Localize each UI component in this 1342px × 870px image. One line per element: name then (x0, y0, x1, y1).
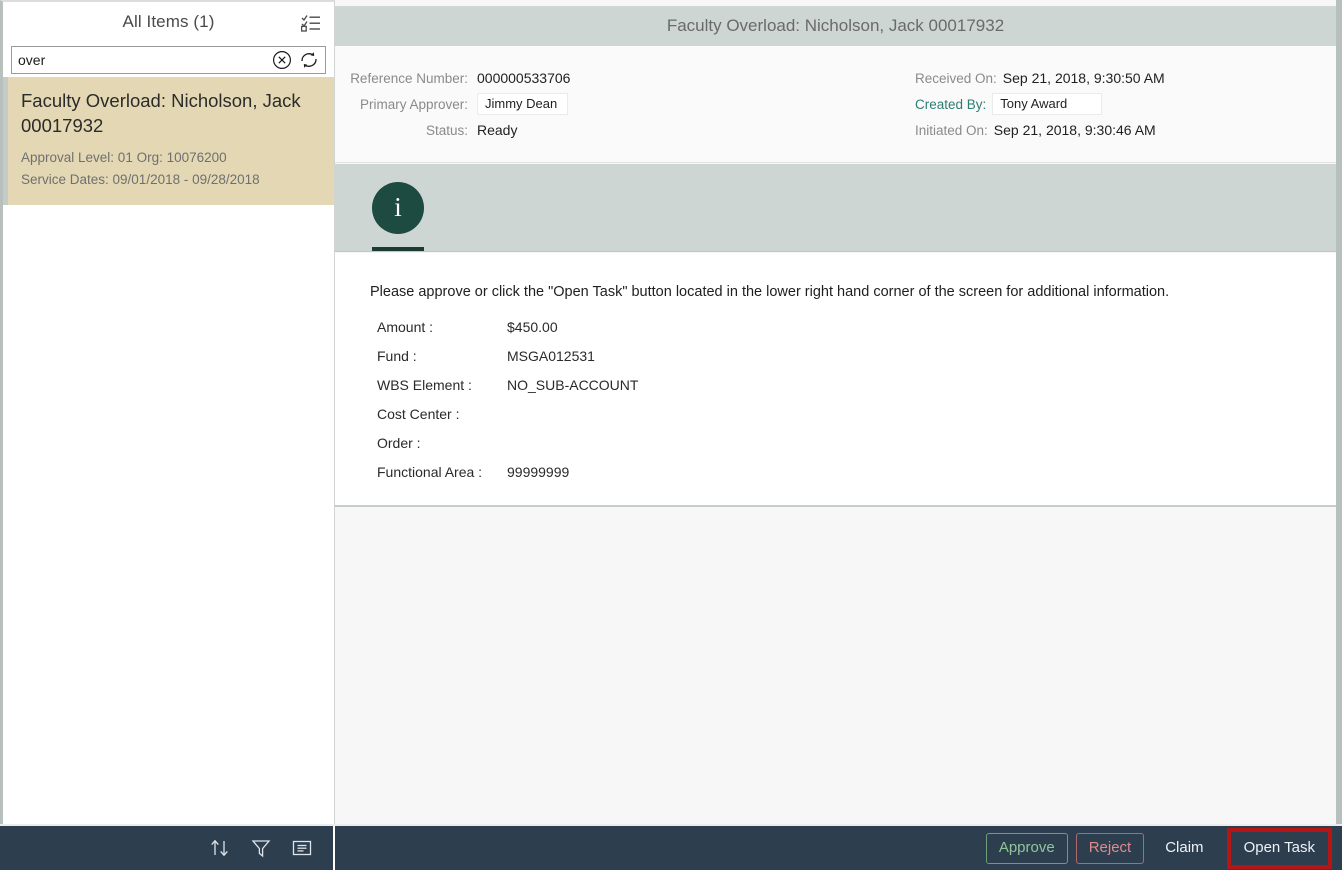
master-header: All Items (1) (3, 2, 334, 42)
vertical-scroll-gutter[interactable] (1336, 0, 1342, 826)
detail-meta-area: Reference Number: 000000533706 Primary A… (335, 46, 1336, 163)
field-row-wbs-element: WBS Element : NO_SUB-ACCOUNT (377, 377, 638, 406)
fund-label: Fund : (377, 348, 507, 364)
field-row-cost-center: Cost Center : (377, 406, 638, 435)
search-bar[interactable] (11, 46, 326, 74)
master-list-panel: All Items (1) (0, 0, 335, 826)
group-icon[interactable] (291, 837, 313, 859)
wbs-element-value: NO_SUB-ACCOUNT (507, 377, 638, 393)
footer-left-actions (0, 826, 335, 870)
open-task-highlight-box: Open Task (1227, 828, 1332, 869)
primary-approver-value[interactable]: Jimmy Dean (477, 93, 568, 115)
refresh-icon[interactable] (298, 49, 320, 71)
sort-icon[interactable] (209, 837, 231, 859)
tab-info[interactable]: i (366, 164, 430, 252)
footer-toolbar: Approve Reject Claim Open Task (0, 826, 1342, 870)
meta-row-status: Status: Ready (335, 117, 875, 143)
field-row-fund: Fund : MSGA012531 (377, 348, 638, 377)
field-table: Amount : $450.00 Fund : MSGA012531 WBS E… (377, 319, 638, 493)
received-on-label: Received On: (915, 71, 997, 86)
detail-content-card: Please approve or click the "Open Task" … (335, 253, 1336, 507)
detail-panel: Faculty Overload: Nicholson, Jack 000179… (335, 0, 1342, 826)
wbs-element-label: WBS Element : (377, 377, 507, 393)
master-list-title: All Items (1) (123, 12, 215, 32)
functional-area-label: Functional Area : (377, 464, 507, 480)
approve-button[interactable]: Approve (986, 833, 1068, 864)
detail-title: Faculty Overload: Nicholson, Jack 000179… (667, 16, 1004, 36)
primary-approver-label: Primary Approver: (335, 97, 468, 112)
reject-button[interactable]: Reject (1076, 833, 1145, 864)
info-icon: i (372, 182, 424, 234)
created-by-value[interactable]: Tony Award (992, 93, 1102, 115)
detail-title-bar: Faculty Overload: Nicholson, Jack 000179… (335, 6, 1336, 46)
application-window: All Items (1) (0, 0, 1342, 870)
list-item[interactable]: Faculty Overload: Nicholson, Jack 000179… (3, 77, 334, 205)
list-item-title: Faculty Overload: Nicholson, Jack 000179… (21, 88, 320, 138)
meta-column-right: Received On: Sep 21, 2018, 9:30:50 AM Cr… (915, 65, 1165, 143)
search-input[interactable] (12, 52, 271, 68)
status-label: Status: (335, 123, 468, 138)
field-row-functional-area: Functional Area : 99999999 (377, 464, 638, 493)
list-item-service-dates: Service Dates: 09/01/2018 - 09/28/2018 (21, 169, 320, 191)
created-by-label[interactable]: Created By: (915, 97, 986, 112)
amount-label: Amount : (377, 319, 507, 335)
status-value: Ready (477, 122, 517, 138)
functional-area-value: 99999999 (507, 464, 569, 480)
meta-row-reference-number: Reference Number: 000000533706 (335, 65, 875, 91)
item-list: Faculty Overload: Nicholson, Jack 000179… (3, 77, 334, 205)
detail-empty-area (335, 509, 1336, 826)
reference-number-label: Reference Number: (335, 71, 468, 86)
reference-number-value: 000000533706 (477, 70, 570, 86)
list-item-approval-level: Approval Level: 01 Org: 10076200 (21, 147, 320, 169)
meta-row-created-by: Created By: Tony Award (915, 91, 1165, 117)
amount-value: $450.00 (507, 319, 558, 335)
footer-right-actions: Approve Reject Claim Open Task (335, 826, 1342, 870)
initiated-on-value: Sep 21, 2018, 9:30:46 AM (994, 122, 1156, 138)
claim-button[interactable]: Claim (1152, 833, 1216, 864)
meta-row-received-on: Received On: Sep 21, 2018, 9:30:50 AM (915, 65, 1165, 91)
initiated-on-label: Initiated On: (915, 123, 988, 138)
tab-selected-indicator (372, 247, 424, 251)
filter-icon[interactable] (250, 837, 272, 859)
open-task-button[interactable]: Open Task (1231, 832, 1328, 865)
field-row-order: Order : (377, 435, 638, 464)
order-label: Order : (377, 435, 507, 451)
field-row-amount: Amount : $450.00 (377, 319, 638, 348)
meta-column-left: Reference Number: 000000533706 Primary A… (335, 65, 875, 143)
cost-center-label: Cost Center : (377, 406, 507, 422)
fund-value: MSGA012531 (507, 348, 595, 364)
instruction-text: Please approve or click the "Open Task" … (370, 284, 1169, 300)
meta-row-initiated-on: Initiated On: Sep 21, 2018, 9:30:46 AM (915, 117, 1165, 143)
meta-row-primary-approver: Primary Approver: Jimmy Dean (335, 91, 875, 117)
clear-circle-icon[interactable] (271, 49, 293, 71)
multi-select-icon[interactable] (301, 14, 321, 32)
icon-tab-bar: i (335, 164, 1336, 252)
received-on-value: Sep 21, 2018, 9:30:50 AM (1003, 70, 1165, 86)
